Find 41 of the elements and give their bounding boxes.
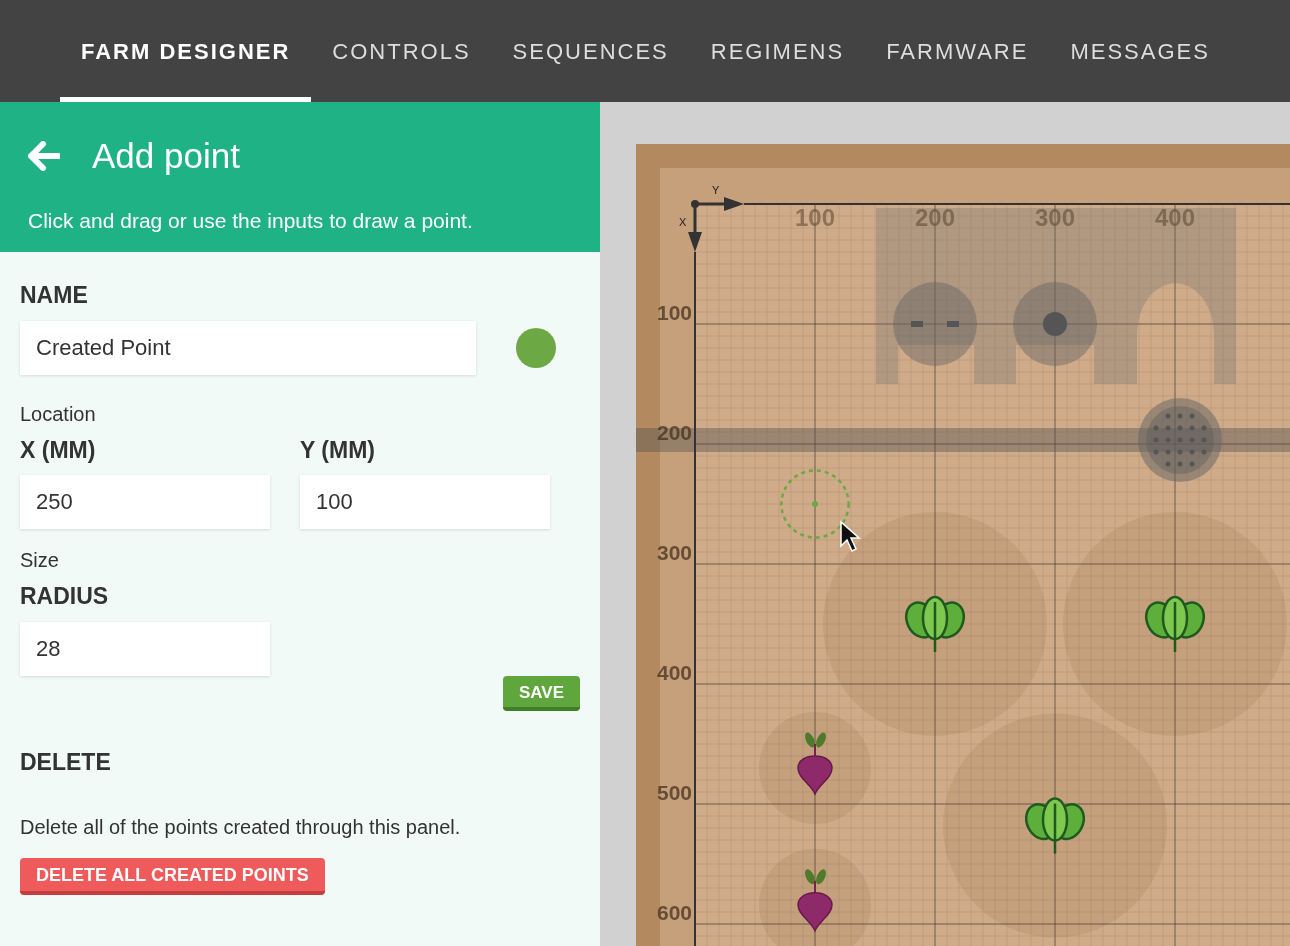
field-label: X (MM) (20, 435, 97, 465)
beet-icon (797, 732, 833, 795)
coordinate-input[interactable]: 100 (300, 475, 550, 529)
tick-label: 600 (656, 901, 692, 924)
field-label: Y (MM) (300, 435, 376, 465)
back-arrow-icon[interactable] (28, 141, 60, 172)
tick-label: 500 (656, 781, 692, 804)
panel-title: Add point (92, 135, 240, 177)
name-input[interactable]: Created Point (20, 320, 476, 375)
nav-tab[interactable]: SEQUENCES (491, 0, 690, 102)
nav-tab[interactable]: MESSAGES (1049, 0, 1231, 102)
axis-label: X (679, 216, 687, 228)
cursor-icon (840, 520, 861, 552)
tick-label: 100 (795, 204, 835, 231)
color-dot[interactable] (516, 327, 556, 368)
nav-tab[interactable]: FARMWARE (865, 0, 1050, 102)
axis-label: Y (712, 184, 720, 196)
coordinate-input[interactable]: 250 (20, 475, 270, 529)
panel-description: Click and drag or use the inputs to draw a point. (28, 207, 474, 234)
spinach-icon (1024, 797, 1086, 854)
nav-tab[interactable]: CONTROLS (311, 0, 492, 102)
tick-label: 200 (656, 421, 692, 444)
radius-input[interactable]: 28 (20, 621, 270, 676)
nav-tab[interactable]: REGIMENS (689, 0, 866, 102)
point-marker (780, 469, 850, 539)
tick-label: 300 (656, 541, 692, 564)
tick-label: 100 (656, 301, 692, 324)
field-label: RADIUS (20, 582, 110, 611)
watering-nozzle-icon (1138, 398, 1222, 482)
tool-icon (1013, 282, 1097, 366)
delete-description: Delete all of the points created through this panel. (20, 814, 462, 840)
section-label: Size (20, 548, 60, 573)
section-heading: DELETE (20, 748, 112, 777)
spinach-icon (1144, 595, 1206, 652)
field-label: NAME (20, 281, 89, 310)
beet-icon (797, 869, 833, 932)
section-label: Location (20, 401, 97, 427)
spinach-icon (904, 595, 966, 652)
tool-icon (893, 282, 977, 366)
origin-dot (691, 200, 699, 208)
tick-label: 400 (656, 661, 692, 684)
